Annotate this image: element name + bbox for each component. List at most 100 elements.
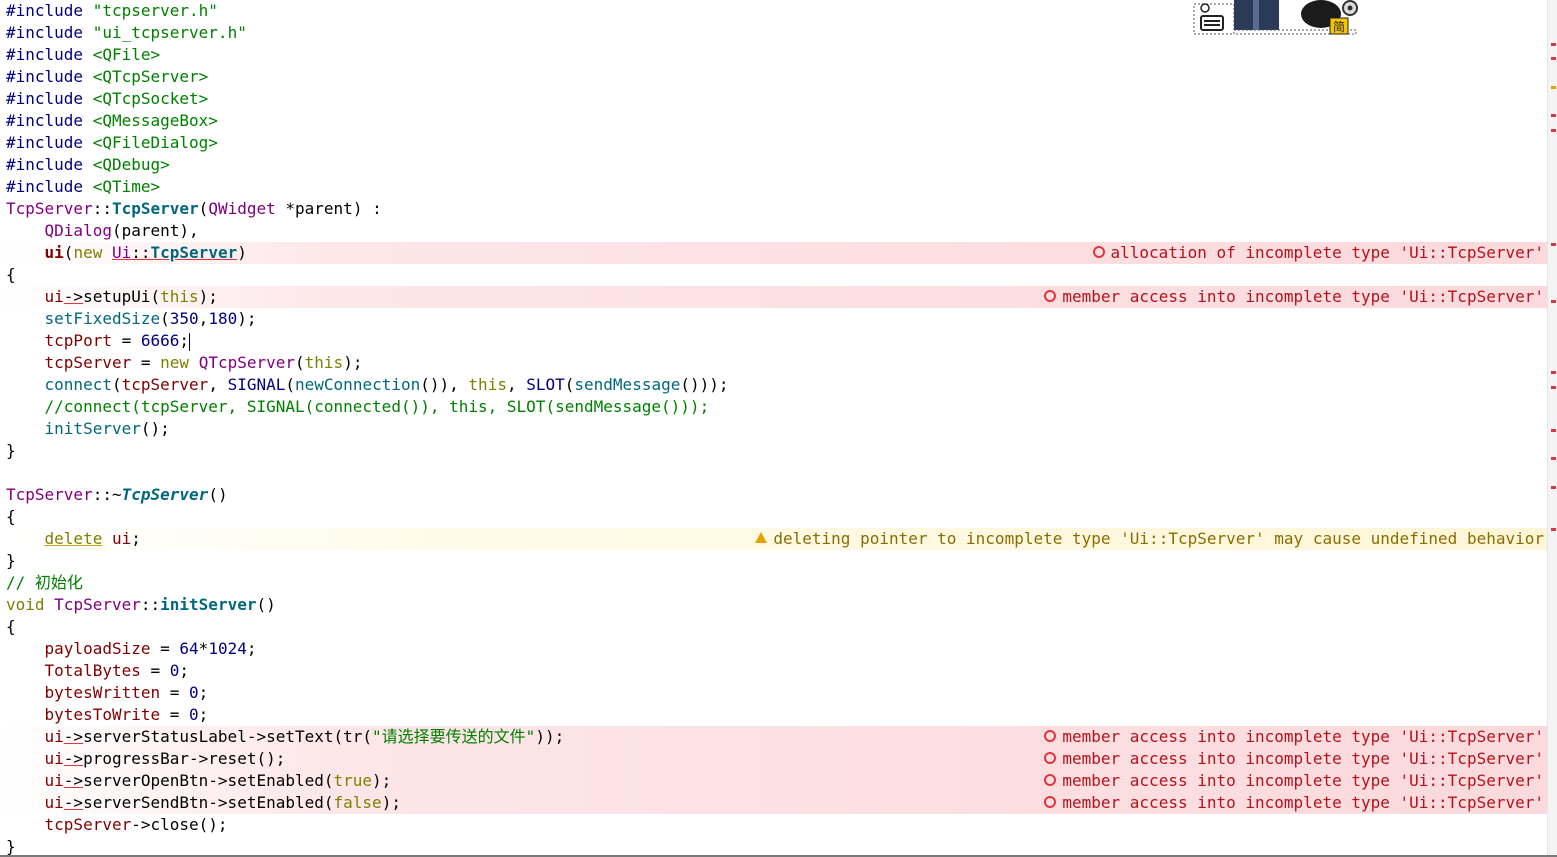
- code-text[interactable]: ui(new Ui::TcpServer): [6, 242, 247, 264]
- code-line[interactable]: setFixedSize(350,180);: [0, 308, 1548, 330]
- error-diagnostic[interactable]: allocation of incomplete type 'Ui::TcpSe…: [1092, 242, 1544, 264]
- code-text[interactable]: #include <QTcpServer>: [6, 66, 208, 88]
- code-line[interactable]: ui->serverStatusLabel->setText(tr("请选择要传…: [0, 726, 1548, 748]
- code-line[interactable]: {: [0, 506, 1548, 528]
- error-annotation-marker[interactable]: [1551, 528, 1556, 531]
- code-line[interactable]: tcpServer->close();: [0, 814, 1548, 836]
- code-text[interactable]: TcpServer::~TcpServer(): [6, 484, 228, 506]
- code-text[interactable]: TotalBytes = 0;: [6, 660, 190, 682]
- error-annotation-marker[interactable]: [1551, 429, 1556, 432]
- code-line[interactable]: // 初始化: [0, 572, 1548, 594]
- code-text[interactable]: payloadSize = 64*1024;: [6, 638, 257, 660]
- error-annotation-marker[interactable]: [1551, 57, 1556, 60]
- code-line[interactable]: //connect(tcpServer, SIGNAL(connected())…: [0, 396, 1548, 418]
- code-line[interactable]: #include <QTcpSocket>: [0, 88, 1548, 110]
- error-diagnostic[interactable]: member access into incomplete type 'Ui::…: [1044, 286, 1544, 308]
- code-line[interactable]: TcpServer::~TcpServer(): [0, 484, 1548, 506]
- code-line[interactable]: }: [0, 440, 1548, 462]
- error-annotation-marker[interactable]: [1551, 371, 1556, 374]
- code-text[interactable]: }: [6, 550, 16, 572]
- code-token: connect: [44, 375, 112, 394]
- code-line[interactable]: ui->serverOpenBtn->setEnabled(true); memb…: [0, 770, 1548, 792]
- code-text[interactable]: bytesToWrite = 0;: [6, 704, 209, 726]
- code-text[interactable]: QDialog(parent),: [6, 220, 199, 242]
- code-line[interactable]: }: [0, 836, 1548, 857]
- input-method-mascot-icon[interactable]: 简: [1193, 0, 1365, 36]
- code-line[interactable]: #include <QDebug>: [0, 154, 1548, 176]
- code-text[interactable]: connect(tcpServer, SIGNAL(newConnection(…: [6, 374, 729, 396]
- code-line[interactable]: }: [0, 550, 1548, 572]
- code-text[interactable]: #include <QFileDialog>: [6, 132, 218, 154]
- code-text[interactable]: // 初始化: [6, 572, 83, 594]
- code-text[interactable]: {: [6, 616, 16, 638]
- error-annotation-marker[interactable]: [1551, 486, 1556, 489]
- code-line[interactable]: {: [0, 616, 1548, 638]
- error-diagnostic[interactable]: member access into incomplete type 'Ui::…: [1044, 748, 1544, 770]
- code-line[interactable]: ui(new Ui::TcpServer) allocation of incom…: [0, 242, 1548, 264]
- code-text[interactable]: }: [6, 836, 16, 857]
- code-text[interactable]: #include <QTime>: [6, 176, 160, 198]
- code-text[interactable]: {: [6, 264, 16, 286]
- code-line[interactable]: ui->serverSendBtn->setEnabled(false); mem…: [0, 792, 1548, 814]
- code-text[interactable]: #include "ui_tcpserver.h": [6, 22, 247, 44]
- warning-annotation-marker[interactable]: [1551, 86, 1556, 89]
- code-line[interactable]: bytesWritten = 0;: [0, 682, 1548, 704]
- error-annotation-marker[interactable]: [1551, 114, 1556, 117]
- code-line[interactable]: #include <QFileDialog>: [0, 132, 1548, 154]
- code-line[interactable]: TotalBytes = 0;: [0, 660, 1548, 682]
- code-text[interactable]: ui->setupUi(this);: [6, 286, 218, 308]
- code-text[interactable]: ui->serverStatusLabel->setText(tr("请选择要传…: [6, 726, 565, 748]
- code-text[interactable]: ui->progressBar->reset();: [6, 748, 286, 770]
- code-text[interactable]: #include "tcpserver.h": [6, 0, 218, 22]
- code-token: this: [468, 375, 507, 394]
- warning-diagnostic[interactable]: deleting pointer to incomplete type 'Ui:…: [755, 528, 1544, 550]
- code-line[interactable]: initServer();: [0, 418, 1548, 440]
- error-annotation-marker[interactable]: [1551, 243, 1556, 246]
- code-line[interactable]: {: [0, 264, 1548, 286]
- code-text[interactable]: #include <QMessageBox>: [6, 110, 218, 132]
- code-line[interactable]: ui->setupUi(this); member access into inc…: [0, 286, 1548, 308]
- code-line[interactable]: #include <QFile>: [0, 44, 1548, 66]
- code-line[interactable]: void TcpServer::initServer(): [0, 594, 1548, 616]
- code-text[interactable]: {: [6, 506, 16, 528]
- code-text[interactable]: #include <QDebug>: [6, 154, 170, 176]
- error-annotation-marker[interactable]: [1551, 43, 1556, 46]
- code-text[interactable]: #include <QFile>: [6, 44, 160, 66]
- code-line[interactable]: TcpServer::TcpServer(QWidget *parent) :: [0, 198, 1548, 220]
- code-text[interactable]: //connect(tcpServer, SIGNAL(connected())…: [6, 396, 710, 418]
- code-text[interactable]: tcpServer->close();: [6, 814, 228, 836]
- code-line[interactable]: #include <QMessageBox>: [0, 110, 1548, 132]
- code-line[interactable]: #include <QTime>: [0, 176, 1548, 198]
- code-text[interactable]: setFixedSize(350,180);: [6, 308, 257, 330]
- error-annotation-marker[interactable]: [1551, 457, 1556, 460]
- code-editor[interactable]: #include "tcpserver.h" #include "ui_tcpse…: [0, 0, 1557, 857]
- code-text[interactable]: }: [6, 440, 16, 462]
- code-line[interactable]: bytesToWrite = 0;: [0, 704, 1548, 726]
- code-line[interactable]: ui->progressBar->reset(); member access i…: [0, 748, 1548, 770]
- code-line[interactable]: payloadSize = 64*1024;: [0, 638, 1548, 660]
- error-diagnostic[interactable]: member access into incomplete type 'Ui::…: [1044, 770, 1544, 792]
- code-text[interactable]: bytesWritten = 0;: [6, 682, 209, 704]
- error-annotation-marker[interactable]: [1551, 129, 1556, 132]
- code-text[interactable]: ui->serverOpenBtn->setEnabled(true);: [6, 770, 392, 792]
- code-text[interactable]: tcpServer = new QTcpServer(this);: [6, 352, 363, 374]
- code-text[interactable]: void TcpServer::initServer(): [6, 594, 276, 616]
- code-line[interactable]: tcpPort = 6666;: [0, 330, 1548, 352]
- error-diagnostic[interactable]: member access into incomplete type 'Ui::…: [1044, 792, 1544, 814]
- error-annotation-marker[interactable]: [1551, 386, 1556, 389]
- error-annotation-marker[interactable]: [1551, 300, 1556, 303]
- code-text[interactable]: delete ui;: [6, 528, 141, 550]
- code-line[interactable]: [0, 462, 1548, 484]
- code-line[interactable]: QDialog(parent),: [0, 220, 1548, 242]
- code-line[interactable]: connect(tcpServer, SIGNAL(newConnection(…: [0, 374, 1548, 396]
- code-line[interactable]: #include <QTcpServer>: [0, 66, 1548, 88]
- code-text[interactable]: initServer();: [6, 418, 170, 440]
- code-text[interactable]: ui->serverSendBtn->setEnabled(false);: [6, 792, 401, 814]
- code-text[interactable]: tcpPort = 6666;: [6, 330, 191, 352]
- code-line[interactable]: delete ui; deleting pointer to incomplete…: [0, 528, 1548, 550]
- code-text[interactable]: #include <QTcpSocket>: [6, 88, 208, 110]
- code-line[interactable]: tcpServer = new QTcpServer(this);: [0, 352, 1548, 374]
- error-diagnostic[interactable]: member access into incomplete type 'Ui::…: [1044, 726, 1544, 748]
- annotation-scrollbar[interactable]: [1547, 0, 1557, 857]
- code-text[interactable]: TcpServer::TcpServer(QWidget *parent) :: [6, 198, 382, 220]
